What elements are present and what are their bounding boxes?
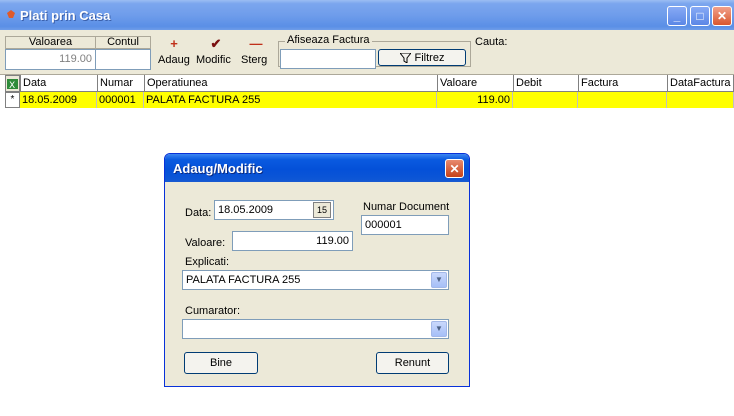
valoare-field[interactable]: 119.00 xyxy=(232,231,353,251)
bine-button[interactable]: Bine xyxy=(184,352,258,374)
dialog-titlebar[interactable]: Adaug/Modific ✕ xyxy=(165,154,469,182)
cell-debit[interactable] xyxy=(513,92,578,108)
dialog-title: Adaug/Modific xyxy=(173,161,263,176)
afiseaza-factura-legend: Afiseaza Factura xyxy=(285,34,372,46)
contul-value[interactable] xyxy=(95,49,151,70)
cumparator-label: Cumarator: xyxy=(185,305,241,317)
cell-data[interactable]: 18.05.2009 xyxy=(20,92,97,108)
adaug-button[interactable]: + Adaug xyxy=(158,36,190,67)
col-header-data[interactable]: Data xyxy=(20,75,97,92)
cell-operatiunea[interactable]: PALATA FACTURA 255 xyxy=(144,92,437,108)
col-header-operatiunea[interactable]: Operatiunea xyxy=(144,75,437,92)
filtrez-label: Filtrez xyxy=(414,51,445,64)
minus-icon: — xyxy=(249,36,263,51)
bine-label: Bine xyxy=(209,357,233,369)
valoarea-value: 119.00 xyxy=(5,49,96,70)
filter-icon xyxy=(399,52,411,63)
svg-text:X: X xyxy=(9,81,15,91)
col-header-debit[interactable]: Debit xyxy=(513,75,578,92)
chevron-down-icon[interactable]: ▼ xyxy=(431,272,447,288)
summary-table: Valoarea Contul 119.00 xyxy=(5,36,151,73)
valoarea-header: Valoarea xyxy=(5,36,96,49)
chevron-down-icon[interactable]: ▼ xyxy=(431,321,447,337)
col-header-numar[interactable]: Numar xyxy=(97,75,144,92)
renunt-label: Renunt xyxy=(394,357,431,369)
col-header-valoare[interactable]: Valoare xyxy=(437,75,513,92)
row-indicator[interactable]: * xyxy=(5,92,20,108)
explicati-label: Explicati: xyxy=(185,256,230,268)
cell-valoare[interactable]: 119.00 xyxy=(437,92,513,108)
toolbar: Valoarea Contul 119.00 + Adaug ✔ Modific… xyxy=(0,30,734,75)
app-icon xyxy=(7,10,15,18)
adaug-label: Adaug xyxy=(158,54,190,66)
afiseaza-factura-input[interactable] xyxy=(280,49,376,69)
numar-document-value: 000001 xyxy=(365,219,402,231)
maximize-button[interactable]: □ xyxy=(690,6,710,26)
dialog-close-button[interactable]: ✕ xyxy=(445,159,464,178)
cell-datafactura[interactable] xyxy=(667,92,734,108)
modific-label: Modific xyxy=(196,54,231,66)
excel-icon: X xyxy=(7,79,18,91)
filtrez-button[interactable]: Filtrez xyxy=(378,49,466,66)
window-title: Plati prin Casa xyxy=(20,8,111,23)
numar-document-field[interactable]: 000001 xyxy=(361,215,449,235)
data-label: Data: xyxy=(185,207,212,219)
col-header-factura[interactable]: Factura xyxy=(578,75,667,92)
modific-button[interactable]: ✔ Modific xyxy=(196,36,236,67)
cauta-label: Cauta: xyxy=(475,36,508,48)
sterg-button[interactable]: — Sterg xyxy=(241,36,271,67)
dialog-body: Data: 18.05.2009 15 Numar Document 00000… xyxy=(168,182,466,382)
explicati-value: PALATA FACTURA 255 xyxy=(186,274,301,286)
grid-corner[interactable]: X xyxy=(5,75,20,92)
col-header-datafactura[interactable]: DataFactura xyxy=(667,75,734,92)
cell-factura[interactable] xyxy=(578,92,667,108)
renunt-button[interactable]: Renunt xyxy=(376,352,449,374)
sterg-label: Sterg xyxy=(241,54,268,66)
numar-document-label: Numar Document xyxy=(363,201,450,213)
valoare-value: 119.00 xyxy=(316,235,349,247)
minimize-button[interactable]: _ xyxy=(667,6,687,26)
cell-numar[interactable]: 000001 xyxy=(97,92,144,108)
checkmark-icon: ✔ xyxy=(210,36,222,51)
cumparator-combo[interactable]: ▼ xyxy=(182,319,449,339)
adaug-modific-dialog: Adaug/Modific ✕ Data: 18.05.2009 15 Numa… xyxy=(164,153,470,387)
contul-header: Contul xyxy=(95,36,151,49)
main-titlebar[interactable]: Plati prin Casa _ □ ✕ xyxy=(0,0,734,30)
explicati-combo[interactable]: PALATA FACTURA 255 ▼ xyxy=(182,270,449,290)
data-field-value: 18.05.2009 xyxy=(218,204,274,216)
valoare-label: Valoare: xyxy=(185,237,226,249)
plus-icon: + xyxy=(170,36,178,51)
close-button[interactable]: ✕ xyxy=(712,6,732,26)
calendar-icon[interactable]: 15 xyxy=(313,202,331,218)
